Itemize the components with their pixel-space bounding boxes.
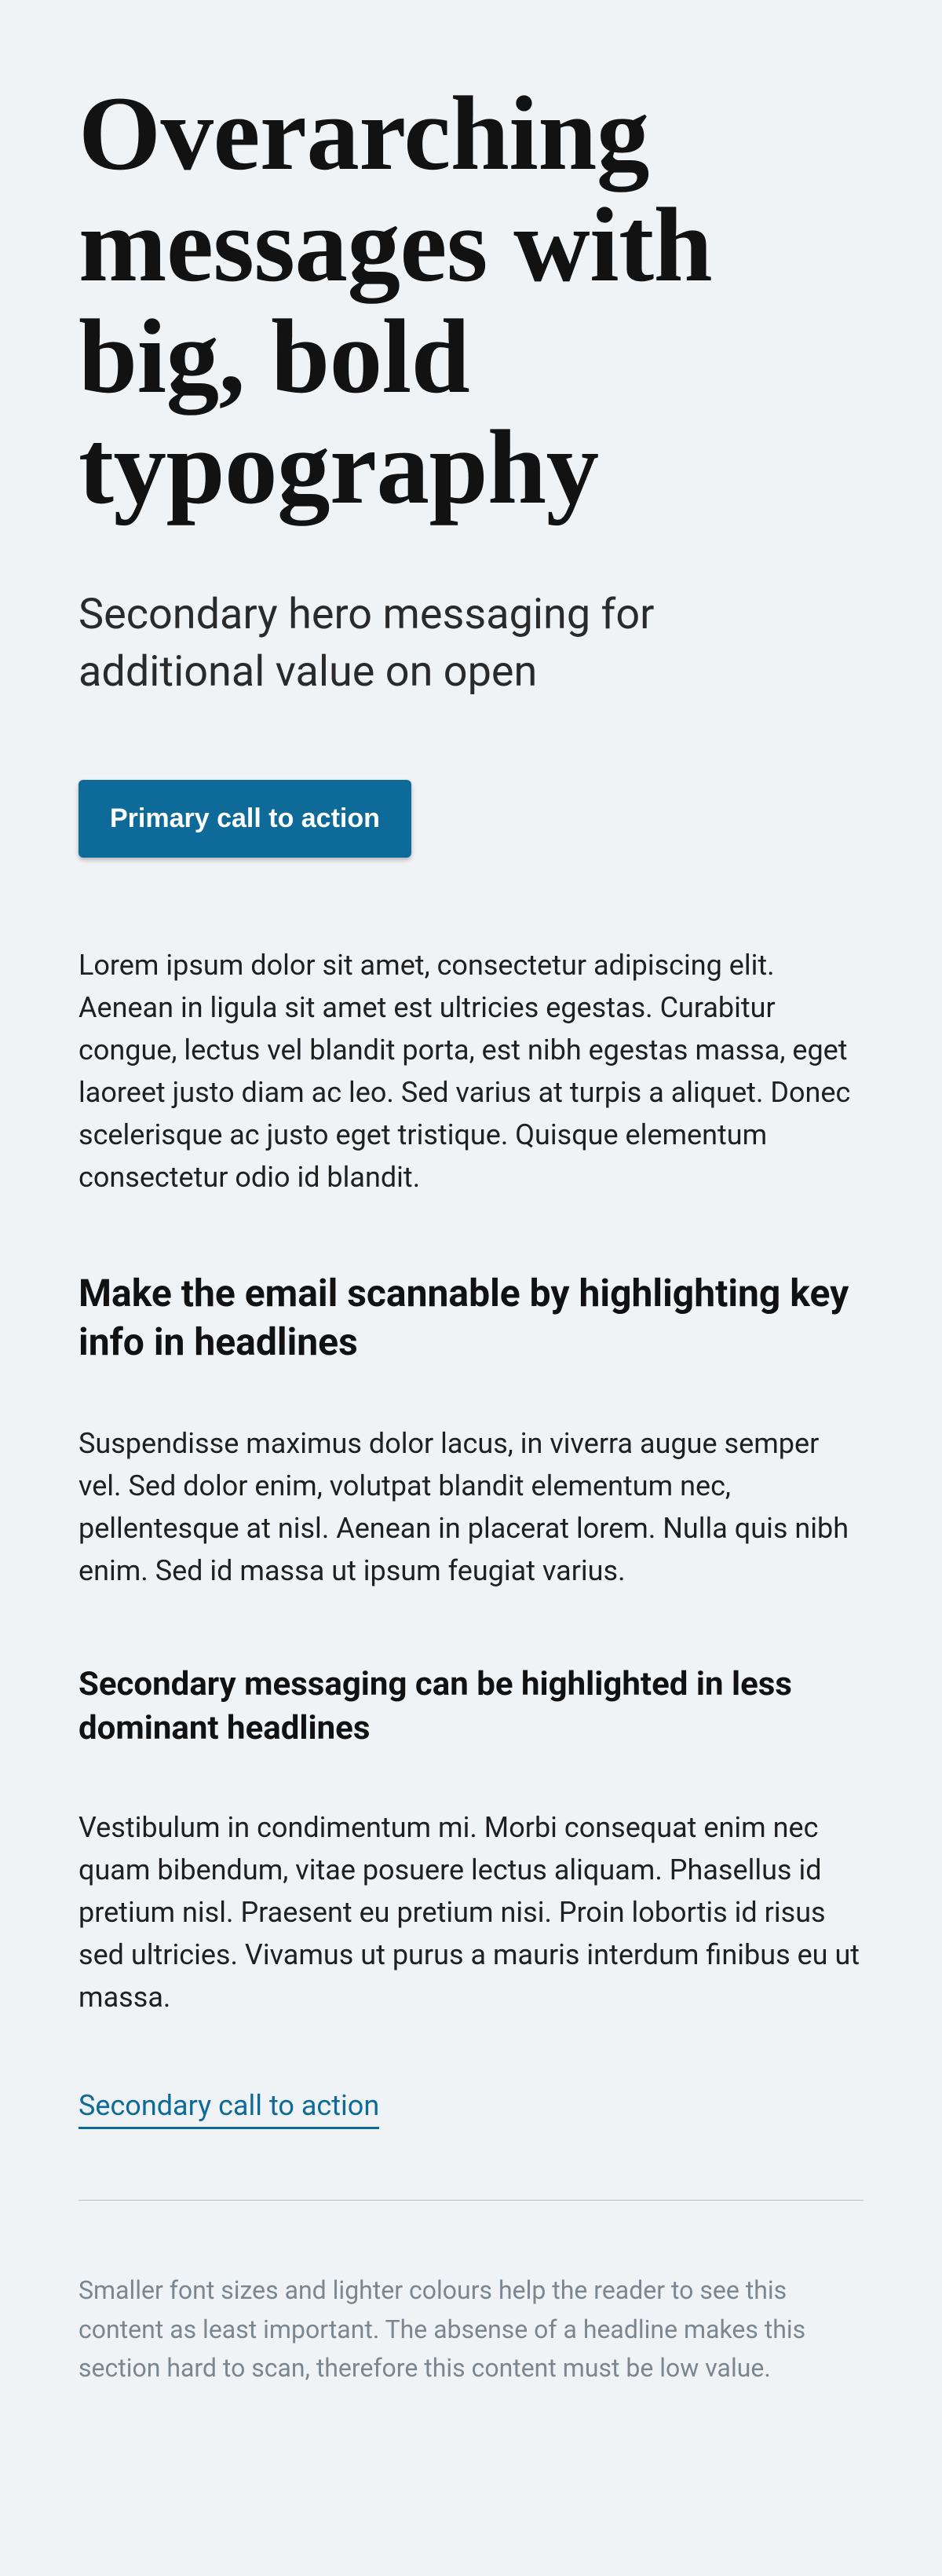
secondary-cta-link[interactable]: Secondary call to action: [78, 2089, 379, 2129]
hero-subtitle: Secondary hero messaging for additional …: [78, 587, 746, 701]
primary-cta-button[interactable]: Primary call to action: [78, 780, 411, 858]
section-1-heading: Make the email scannable by highlighting…: [78, 1269, 864, 1367]
section-2-body: Vestibulum in condimentum mi. Morbi cons…: [78, 1806, 864, 2018]
section-divider: [78, 2200, 864, 2201]
section-1-body: Suspendisse maximus dolor lacus, in vive…: [78, 1422, 864, 1592]
hero-title: Overarching messages with big, bold typo…: [78, 79, 864, 524]
intro-paragraph: Lorem ipsum dolor sit amet, consectetur …: [78, 944, 864, 1198]
footer-note: Smaller font sizes and lighter colours h…: [78, 2271, 848, 2388]
section-2-heading: Secondary messaging can be highlighted i…: [78, 1663, 864, 1751]
